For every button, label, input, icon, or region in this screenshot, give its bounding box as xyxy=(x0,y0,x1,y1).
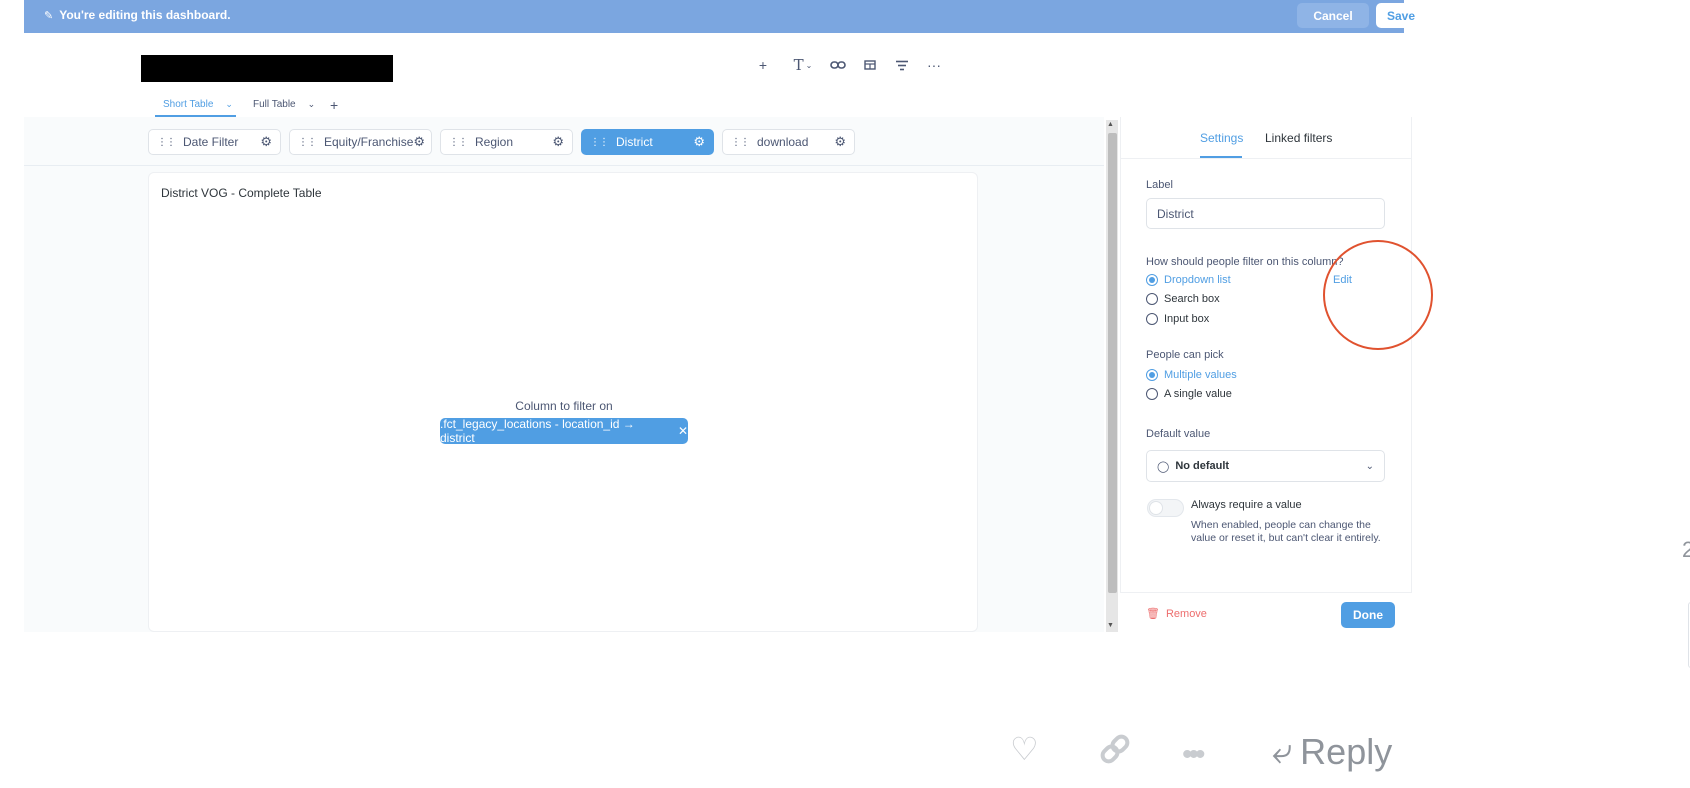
reply-button[interactable]: ⤶ Reply xyxy=(1272,730,1392,773)
dashboard-card: District VOG - Complete Table Column to … xyxy=(148,172,978,632)
divider xyxy=(1120,158,1412,159)
toggle-knob xyxy=(1149,501,1163,515)
radio-search-box[interactable]: Search box xyxy=(1146,293,1220,305)
reply-icon: ⤶ xyxy=(1272,730,1293,771)
done-button[interactable]: Done xyxy=(1341,602,1395,628)
gear-icon[interactable]: ⚙ xyxy=(413,134,425,150)
scroll-up-icon[interactable]: ▲ xyxy=(1107,121,1114,128)
editing-message: ✎ You're editing this dashboard. xyxy=(44,8,231,22)
default-value-text: No default xyxy=(1175,460,1230,472)
active-tab-underline xyxy=(1200,156,1242,158)
gear-icon[interactable]: ⚙ xyxy=(834,134,846,150)
tab-short-table[interactable]: Short Table ⌄ xyxy=(163,99,233,110)
filter-chip-region[interactable]: ⋮⋮ Region ⚙ xyxy=(440,129,573,155)
filter-chip-label: District xyxy=(616,135,653,149)
gear-icon[interactable]: ⚙ xyxy=(693,134,705,150)
default-value-select[interactable]: ◯ No default ⌄ xyxy=(1146,450,1385,482)
radio-label: Search box xyxy=(1164,293,1220,305)
text-icon[interactable]: T ⌄ xyxy=(788,55,818,75)
filter-icon[interactable] xyxy=(891,55,913,75)
pencil-icon: ✎ xyxy=(44,9,54,22)
chevron-down-icon[interactable]: ⌄ xyxy=(308,99,316,110)
radio-icon xyxy=(1146,274,1158,286)
column-mapping-text: .fct_legacy_locations - location_id → di… xyxy=(440,417,635,445)
close-icon[interactable]: ✕ xyxy=(678,424,688,438)
column-mapping-pill[interactable]: .fct_legacy_locations - location_id → di… xyxy=(440,417,688,445)
column-to-filter-label: Column to filter on xyxy=(515,399,613,413)
radio-label: Input box xyxy=(1164,313,1210,325)
label-heading: Label xyxy=(1146,179,1173,191)
label-input[interactable]: District xyxy=(1146,198,1385,229)
radio-dropdown-list[interactable]: Dropdown list xyxy=(1146,274,1231,286)
tab-settings[interactable]: Settings xyxy=(1200,131,1243,145)
divider xyxy=(24,165,1104,166)
filter-chip-equity[interactable]: ⋮⋮ Equity/Franchise ⚙ xyxy=(289,129,432,155)
grip-icon[interactable]: ⋮⋮ xyxy=(298,137,317,148)
tab-linked-filters[interactable]: Linked filters xyxy=(1265,131,1332,145)
divider xyxy=(1120,592,1412,593)
radio-icon xyxy=(1146,388,1158,400)
radio-icon xyxy=(1146,313,1158,325)
tab-full-table[interactable]: Full Table ⌄ xyxy=(253,99,315,110)
grip-icon[interactable]: ⋮⋮ xyxy=(449,137,468,148)
editing-message-text: You're editing this dashboard. xyxy=(59,8,231,22)
chevron-down-icon: ⌄ xyxy=(1365,460,1374,472)
more-icon[interactable]: ••• xyxy=(1182,738,1205,772)
section-icon[interactable] xyxy=(859,55,881,75)
filter-chip-district[interactable]: ⋮⋮ District ⚙ xyxy=(581,129,714,155)
link-icon[interactable] xyxy=(1097,734,1133,772)
tag-icon: ◯ xyxy=(1157,460,1170,473)
scrollbar-thumb[interactable] xyxy=(1108,133,1117,593)
tab-label: Full Table xyxy=(253,99,296,110)
require-value-help: When enabled, people can change the valu… xyxy=(1191,519,1381,544)
card-title: District VOG - Complete Table xyxy=(161,186,322,200)
radio-label: A single value xyxy=(1164,388,1232,400)
radio-label: Multiple values xyxy=(1164,369,1237,381)
filter-chip-label: Equity/Franchise xyxy=(324,135,414,149)
gear-icon[interactable]: ⚙ xyxy=(552,134,564,150)
more-icon[interactable]: ··· xyxy=(923,55,945,75)
annotation-circle xyxy=(1323,240,1433,350)
remove-label: Remove xyxy=(1165,607,1207,620)
link-icon[interactable] xyxy=(827,55,849,75)
filter-chip-date[interactable]: ⋮⋮ Date Filter ⚙ xyxy=(148,129,281,155)
radio-single-value[interactable]: A single value xyxy=(1146,388,1232,400)
cancel-button[interactable]: Cancel xyxy=(1297,3,1369,28)
require-value-toggle[interactable] xyxy=(1147,499,1184,517)
require-value-label: Always require a value xyxy=(1191,499,1302,511)
grip-icon[interactable]: ⋮⋮ xyxy=(590,137,609,148)
filter-type-question: How should people filter on this column? xyxy=(1146,256,1344,268)
filter-chip-label: Region xyxy=(475,135,514,149)
filter-chip-label: download xyxy=(757,135,809,149)
filter-chip-label: Date Filter xyxy=(183,135,239,149)
gear-icon[interactable]: ⚙ xyxy=(260,134,272,150)
reply-label: Reply xyxy=(1300,730,1393,772)
radio-label: Dropdown list xyxy=(1164,274,1231,286)
scroll-down-icon[interactable]: ▼ xyxy=(1107,622,1114,629)
editing-banner: ✎ You're editing this dashboard. Cancel … xyxy=(24,0,1426,33)
pick-heading: People can pick xyxy=(1146,349,1224,361)
chevron-down-icon[interactable]: ⌄ xyxy=(225,99,233,110)
radio-multiple-values[interactable]: Multiple values xyxy=(1146,369,1237,381)
save-button[interactable]: Save xyxy=(1376,3,1426,28)
trash-icon: 🗑 xyxy=(1146,608,1160,620)
edge-text: 2 xyxy=(1682,537,1690,562)
remove-button[interactable]: 🗑 Remove xyxy=(1146,607,1207,621)
grip-icon[interactable]: ⋮⋮ xyxy=(157,137,176,148)
tab-label: Short Table xyxy=(163,99,214,110)
radio-icon xyxy=(1146,369,1158,381)
default-value-heading: Default value xyxy=(1146,428,1211,440)
dashboard-title-redacted[interactable] xyxy=(141,55,393,82)
add-tab-icon[interactable]: + xyxy=(330,97,338,113)
radio-input-box[interactable]: Input box xyxy=(1146,313,1209,325)
add-icon[interactable]: + xyxy=(752,55,774,75)
filter-chip-download[interactable]: ⋮⋮ download ⚙ xyxy=(722,129,855,155)
heart-icon[interactable]: ♡ xyxy=(1010,730,1039,768)
radio-icon xyxy=(1146,293,1158,305)
grip-icon[interactable]: ⋮⋮ xyxy=(731,137,750,148)
